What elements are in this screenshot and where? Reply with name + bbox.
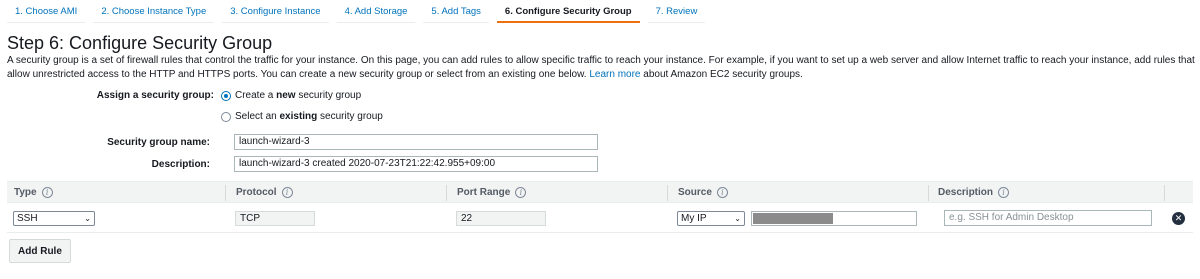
page-description: A security group is a set of firewall ru…	[7, 54, 1197, 82]
tab-configure-instance[interactable]: 3. Configure Instance	[222, 0, 329, 23]
wizard-tabs: 1. Choose AMI 2. Choose Instance Type 3.…	[7, 0, 706, 23]
remove-rule-icon[interactable]: ✕	[1172, 212, 1185, 225]
tab-choose-instance-type[interactable]: 2. Choose Instance Type	[93, 0, 215, 23]
info-icon[interactable]: i	[515, 187, 527, 198]
radio-select-existing[interactable]: Select an existing security group	[221, 111, 383, 122]
info-icon[interactable]: i	[41, 187, 53, 198]
rule-port-range-field: 22	[456, 211, 546, 226]
learn-more-link[interactable]: Learn more	[589, 69, 640, 80]
header-port-range: Port Range i	[457, 187, 527, 198]
header-type: Type i	[14, 187, 53, 198]
table-row: SSH ⌄ TCP 22 My IP ⌄ e.g. SSH for Admin De…	[7, 204, 1193, 233]
rule-description-input[interactable]: e.g. SSH for Admin Desktop	[944, 210, 1152, 226]
radio-create-new[interactable]: Create a new security group	[221, 90, 361, 101]
page-title: Step 6: Configure Security Group	[7, 33, 273, 53]
header-source: Source i	[678, 187, 728, 198]
add-rule-button[interactable]: Add Rule	[9, 239, 71, 263]
tab-configure-security-group[interactable]: 6. Configure Security Group	[496, 0, 640, 23]
chevron-down-icon: ⌄	[734, 214, 741, 223]
tab-add-tags[interactable]: 5. Add Tags	[423, 0, 489, 23]
masked-ip-address	[753, 213, 833, 224]
info-icon[interactable]: i	[716, 187, 728, 198]
description-suffix: about Amazon EC2 security groups.	[643, 69, 803, 80]
rule-source-cidr-input[interactable]	[751, 211, 917, 226]
chevron-down-icon: ⌄	[84, 214, 91, 223]
radio-select-existing-label: Select an existing security group	[235, 111, 383, 122]
tab-choose-ami[interactable]: 1. Choose AMI	[7, 0, 86, 23]
tab-review[interactable]: 7. Review	[647, 0, 706, 23]
info-icon[interactable]: i	[998, 187, 1010, 198]
security-group-name-input[interactable]: launch-wizard-3	[234, 134, 598, 150]
rule-type-select[interactable]: SSH ⌄	[13, 211, 95, 226]
radio-select-existing-button[interactable]	[221, 111, 231, 122]
rule-source-select[interactable]: My IP ⌄	[677, 211, 745, 226]
security-group-description-label: Description:	[151, 159, 210, 170]
radio-create-new-label: Create a new security group	[235, 90, 362, 101]
radio-create-new-button[interactable]	[221, 90, 231, 101]
tab-add-storage[interactable]: 4. Add Storage	[336, 0, 416, 23]
info-icon[interactable]: i	[281, 187, 293, 198]
security-group-name-label: Security group name:	[107, 137, 210, 148]
header-description: Description i	[938, 187, 1010, 198]
security-group-description-input[interactable]: launch-wizard-3 created 2020-07-23T21:22…	[234, 156, 598, 172]
rules-table-header: Type i Protocol i Port Range i Source i Desc…	[7, 181, 1193, 203]
header-protocol: Protocol i	[236, 187, 293, 198]
rule-protocol-field: TCP	[235, 211, 315, 226]
assign-security-group-label: Assign a security group:	[96, 90, 214, 101]
